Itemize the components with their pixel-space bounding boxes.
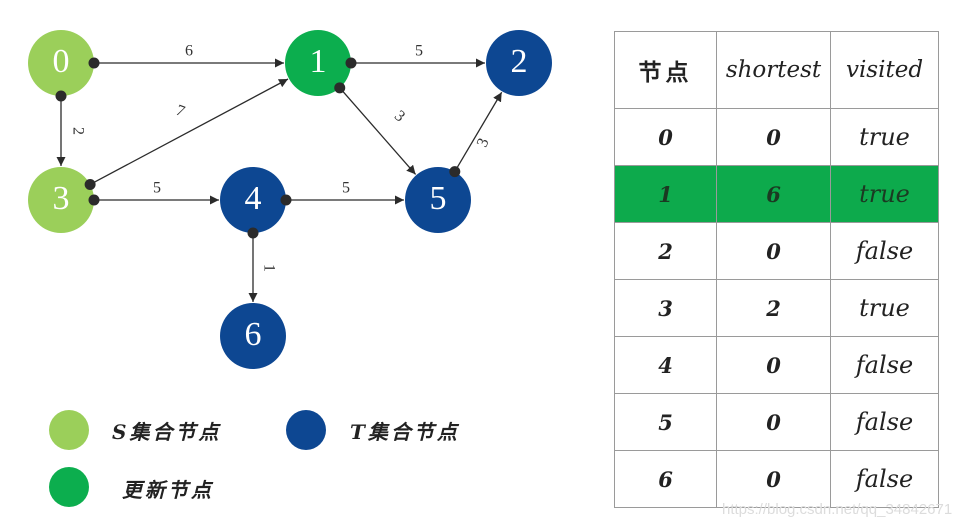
cell-node: 1 [614, 165, 717, 223]
edge-weight-4-6: 1 [260, 264, 277, 272]
table-row: 1 6 true [614, 165, 939, 223]
node-label-0: 0 [53, 43, 70, 80]
header-shortest: shortest [716, 31, 831, 109]
watermark: https://blog.csdn.net/qq_34842671 [722, 501, 953, 518]
table-row: 6 0 false [614, 450, 939, 508]
graph-node-6: 6 [220, 303, 286, 369]
edge-1-5 [339, 87, 417, 175]
node-label-4: 4 [245, 180, 262, 217]
node-label-1: 1 [310, 43, 327, 80]
edge-weight-0-1: 6 [185, 43, 193, 60]
cell-shortest: 0 [716, 393, 831, 451]
edge-5-2 [454, 91, 503, 172]
cell-visited: true [830, 108, 939, 166]
graph-node-4: 4 [220, 167, 286, 233]
edge-start-dot-0-3 [55, 90, 67, 102]
edge-start-dot-1-2 [345, 57, 357, 69]
cell-shortest: 0 [716, 336, 831, 394]
graph-node-5: 5 [405, 167, 471, 233]
table-header-row: 节点 shortest visited [614, 31, 939, 109]
cell-shortest: 0 [716, 450, 831, 508]
header-node: 节点 [614, 31, 717, 109]
edge-start-dot-3-4 [88, 194, 100, 206]
table-row: 5 0 false [614, 393, 939, 451]
edge-weight-1-2: 5 [415, 43, 423, 60]
edge-weight-3-4: 5 [153, 180, 161, 197]
cell-node: 6 [614, 450, 717, 508]
edge-weight-0-3: 2 [69, 127, 86, 135]
edge-weight-3-1: 7 [174, 102, 187, 121]
legend-label-s-set: S集合节点 [112, 420, 222, 444]
cell-visited: false [830, 450, 939, 508]
table-row: 0 0 true [614, 108, 939, 166]
cell-visited: false [830, 393, 939, 451]
cell-shortest: 2 [716, 279, 831, 337]
header-visited: visited [830, 31, 939, 109]
edge-start-dot-4-5 [280, 194, 292, 206]
table-row: 4 0 false [614, 336, 939, 394]
cell-visited: false [830, 336, 939, 394]
graph-diagram: 0 1 2 3 4 5 6 6 2 5 3 7 5 5 1 3 [28, 30, 552, 369]
graph-node-0: 0 [28, 30, 94, 96]
graph-node-2: 2 [486, 30, 552, 96]
node-label-3: 3 [53, 180, 70, 217]
cell-shortest: 0 [716, 108, 831, 166]
edge-start-dot-1-5 [334, 82, 346, 94]
edge-weight-4-5: 5 [342, 180, 350, 197]
edge-start-dot-4-6 [247, 227, 259, 239]
node-label-2: 2 [511, 43, 528, 80]
legend-dot-s-set [49, 410, 89, 450]
edge-start-dot-0-1 [88, 57, 100, 69]
edge-start-dot-5-2 [449, 166, 461, 178]
cell-shortest: 0 [716, 222, 831, 280]
edge-weight-5-2: 3 [474, 136, 493, 150]
cell-visited: false [830, 222, 939, 280]
edge-weight-1-5: 3 [391, 107, 408, 125]
legend-dot-updated [49, 467, 89, 507]
cell-visited: true [830, 279, 939, 337]
node-label-6: 6 [245, 316, 262, 353]
cell-node: 2 [614, 222, 717, 280]
legend-label-t-set: T集合节点 [350, 420, 460, 444]
edge-start-dot-3-1 [84, 178, 96, 190]
cell-shortest: 6 [716, 165, 831, 223]
cell-node: 3 [614, 279, 717, 337]
cell-node: 5 [614, 393, 717, 451]
graph-node-3: 3 [28, 167, 94, 233]
cell-node: 4 [614, 336, 717, 394]
legend-label-updated: 更新节点 [122, 478, 214, 502]
table-row: 2 0 false [614, 222, 939, 280]
cell-node: 0 [614, 108, 717, 166]
cell-visited: true [830, 165, 939, 223]
legend-dot-t-set [286, 410, 326, 450]
node-label-5: 5 [430, 180, 447, 217]
table-row: 3 2 true [614, 279, 939, 337]
dijkstra-state-table: 节点 shortest visited 0 0 true 1 6 true 2 0 false 3… [614, 31, 939, 508]
